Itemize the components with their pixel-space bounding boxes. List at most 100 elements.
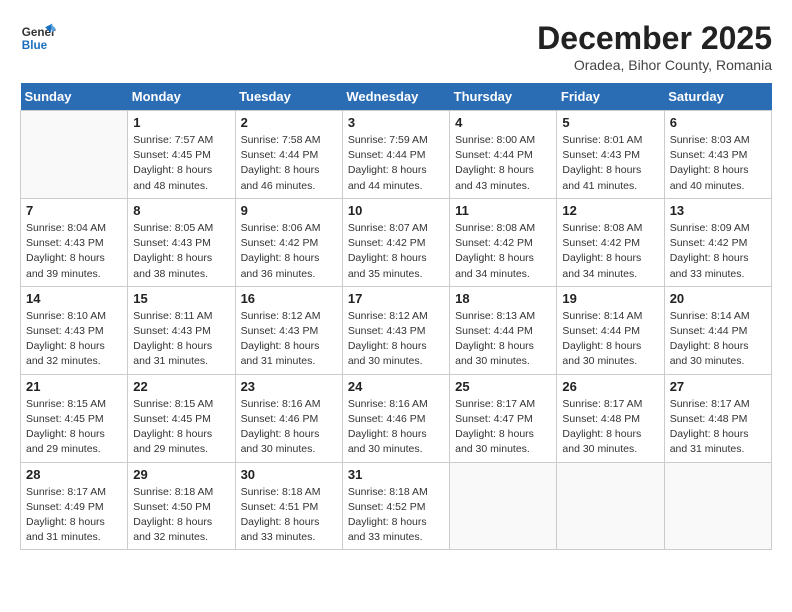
day-header-wednesday: Wednesday	[342, 83, 449, 111]
day-number: 19	[562, 291, 658, 306]
day-header-tuesday: Tuesday	[235, 83, 342, 111]
calendar-cell: 7Sunrise: 8:04 AMSunset: 4:43 PMDaylight…	[21, 198, 128, 286]
calendar-cell: 29 Sunrise: 8:18 AMSunset: 4:50 PMDayligh…	[128, 462, 235, 550]
day-number: 15	[133, 291, 229, 306]
calendar-table: SundayMondayTuesdayWednesdayThursdayFrid…	[20, 83, 772, 550]
calendar-cell	[557, 462, 664, 550]
day-info: Sunrise: 8:14 AMSunset: 4:44 PMDaylight:…	[670, 309, 766, 370]
day-number: 16	[241, 291, 337, 306]
day-header-sunday: Sunday	[21, 83, 128, 111]
calendar-cell	[664, 462, 771, 550]
day-number: 2	[241, 115, 337, 130]
calendar-cell: 10 Sunrise: 8:07 AMSunset: 4:42 PMDayligh…	[342, 198, 449, 286]
day-info: Sunrise: 8:17 AMSunset: 4:48 PMDaylight:…	[562, 397, 658, 458]
calendar-cell: 31 Sunrise: 8:18 AMSunset: 4:52 PMDayligh…	[342, 462, 449, 550]
calendar-cell: 13 Sunrise: 8:09 AMSunset: 4:42 PMDayligh…	[664, 198, 771, 286]
day-number: 9	[241, 203, 337, 218]
calendar-cell: 20 Sunrise: 8:14 AMSunset: 4:44 PMDayligh…	[664, 286, 771, 374]
calendar-cell: 2 Sunrise: 7:58 AMSunset: 4:44 PMDaylight…	[235, 111, 342, 199]
day-info: Sunrise: 7:59 AMSunset: 4:44 PMDaylight:…	[348, 133, 444, 194]
day-info: Sunrise: 8:15 AMSunset: 4:45 PMDaylight:…	[133, 397, 229, 458]
day-info: Sunrise: 8:06 AMSunset: 4:42 PMDaylight:…	[241, 221, 337, 282]
week-row-1: 1Sunrise: 7:57 AMSunset: 4:45 PMDaylight…	[21, 111, 772, 199]
day-number: 20	[670, 291, 766, 306]
day-header-thursday: Thursday	[450, 83, 557, 111]
logo: General Blue	[20, 20, 56, 56]
calendar-cell: 21 Sunrise: 8:15 AMSunset: 4:45 PMDayligh…	[21, 374, 128, 462]
calendar-cell: 9 Sunrise: 8:06 AMSunset: 4:42 PMDaylight…	[235, 198, 342, 286]
day-info: Sunrise: 8:09 AMSunset: 4:42 PMDaylight:…	[670, 221, 766, 282]
logo-icon: General Blue	[20, 20, 56, 56]
page-header: General Blue December 2025 Oradea, Bihor…	[20, 20, 772, 73]
day-info: Sunrise: 8:18 AMSunset: 4:50 PMDaylight:…	[133, 485, 229, 546]
svg-text:Blue: Blue	[22, 39, 48, 52]
title-block: December 2025 Oradea, Bihor County, Roma…	[537, 20, 772, 73]
month-year: December 2025	[537, 20, 772, 57]
day-header-monday: Monday	[128, 83, 235, 111]
calendar-cell: 17 Sunrise: 8:12 AMSunset: 4:43 PMDayligh…	[342, 286, 449, 374]
calendar-cell: 12 Sunrise: 8:08 AMSunset: 4:42 PMDayligh…	[557, 198, 664, 286]
location: Oradea, Bihor County, Romania	[537, 57, 772, 73]
calendar-cell: 6 Sunrise: 8:03 AMSunset: 4:43 PMDaylight…	[664, 111, 771, 199]
week-row-4: 21 Sunrise: 8:15 AMSunset: 4:45 PMDayligh…	[21, 374, 772, 462]
calendar-cell: 4Sunrise: 8:00 AMSunset: 4:44 PMDaylight…	[450, 111, 557, 199]
calendar-header-row: SundayMondayTuesdayWednesdayThursdayFrid…	[21, 83, 772, 111]
day-number: 23	[241, 379, 337, 394]
day-info: Sunrise: 8:08 AMSunset: 4:42 PMDaylight:…	[455, 221, 551, 282]
calendar-cell: 26 Sunrise: 8:17 AMSunset: 4:48 PMDayligh…	[557, 374, 664, 462]
day-info: Sunrise: 8:14 AMSunset: 4:44 PMDaylight:…	[562, 309, 658, 370]
calendar-cell: 27Sunrise: 8:17 AMSunset: 4:48 PMDayligh…	[664, 374, 771, 462]
day-info: Sunrise: 8:12 AMSunset: 4:43 PMDaylight:…	[348, 309, 444, 370]
day-info: Sunrise: 8:12 AMSunset: 4:43 PMDaylight:…	[241, 309, 337, 370]
calendar-cell: 5Sunrise: 8:01 AMSunset: 4:43 PMDaylight…	[557, 111, 664, 199]
calendar-cell	[450, 462, 557, 550]
day-info: Sunrise: 8:07 AMSunset: 4:42 PMDaylight:…	[348, 221, 444, 282]
day-info: Sunrise: 8:15 AMSunset: 4:45 PMDaylight:…	[26, 397, 122, 458]
day-number: 7	[26, 203, 122, 218]
day-number: 11	[455, 203, 551, 218]
day-number: 3	[348, 115, 444, 130]
day-info: Sunrise: 8:10 AMSunset: 4:43 PMDaylight:…	[26, 309, 122, 370]
calendar-cell: 8 Sunrise: 8:05 AMSunset: 4:43 PMDaylight…	[128, 198, 235, 286]
day-number: 14	[26, 291, 122, 306]
day-number: 26	[562, 379, 658, 394]
day-info: Sunrise: 8:17 AMSunset: 4:49 PMDaylight:…	[26, 485, 122, 546]
day-info: Sunrise: 8:05 AMSunset: 4:43 PMDaylight:…	[133, 221, 229, 282]
calendar-cell: 1Sunrise: 7:57 AMSunset: 4:45 PMDaylight…	[128, 111, 235, 199]
day-number: 13	[670, 203, 766, 218]
day-header-saturday: Saturday	[664, 83, 771, 111]
day-number: 29	[133, 467, 229, 482]
day-number: 17	[348, 291, 444, 306]
calendar-cell: 30Sunrise: 8:18 AMSunset: 4:51 PMDayligh…	[235, 462, 342, 550]
day-info: Sunrise: 8:08 AMSunset: 4:42 PMDaylight:…	[562, 221, 658, 282]
calendar-cell: 3 Sunrise: 7:59 AMSunset: 4:44 PMDaylight…	[342, 111, 449, 199]
calendar-cell: 15Sunrise: 8:11 AMSunset: 4:43 PMDayligh…	[128, 286, 235, 374]
calendar-cell: 14 Sunrise: 8:10 AMSunset: 4:43 PMDayligh…	[21, 286, 128, 374]
day-number: 1	[133, 115, 229, 130]
day-info: Sunrise: 8:01 AMSunset: 4:43 PMDaylight:…	[562, 133, 658, 194]
calendar-body: 1Sunrise: 7:57 AMSunset: 4:45 PMDaylight…	[21, 111, 772, 550]
day-info: Sunrise: 8:03 AMSunset: 4:43 PMDaylight:…	[670, 133, 766, 194]
day-number: 25	[455, 379, 551, 394]
day-number: 21	[26, 379, 122, 394]
week-row-3: 14 Sunrise: 8:10 AMSunset: 4:43 PMDayligh…	[21, 286, 772, 374]
calendar-cell: 16 Sunrise: 8:12 AMSunset: 4:43 PMDayligh…	[235, 286, 342, 374]
week-row-5: 28Sunrise: 8:17 AMSunset: 4:49 PMDayligh…	[21, 462, 772, 550]
day-number: 4	[455, 115, 551, 130]
calendar-cell: 22Sunrise: 8:15 AMSunset: 4:45 PMDayligh…	[128, 374, 235, 462]
day-number: 8	[133, 203, 229, 218]
day-info: Sunrise: 8:18 AMSunset: 4:51 PMDaylight:…	[241, 485, 337, 546]
day-number: 31	[348, 467, 444, 482]
day-info: Sunrise: 7:58 AMSunset: 4:44 PMDaylight:…	[241, 133, 337, 194]
day-number: 6	[670, 115, 766, 130]
day-info: Sunrise: 8:17 AMSunset: 4:47 PMDaylight:…	[455, 397, 551, 458]
day-number: 24	[348, 379, 444, 394]
day-header-friday: Friday	[557, 83, 664, 111]
day-info: Sunrise: 8:18 AMSunset: 4:52 PMDaylight:…	[348, 485, 444, 546]
day-number: 12	[562, 203, 658, 218]
week-row-2: 7Sunrise: 8:04 AMSunset: 4:43 PMDaylight…	[21, 198, 772, 286]
calendar-cell: 24Sunrise: 8:16 AMSunset: 4:46 PMDayligh…	[342, 374, 449, 462]
day-number: 10	[348, 203, 444, 218]
calendar-cell: 11 Sunrise: 8:08 AMSunset: 4:42 PMDayligh…	[450, 198, 557, 286]
calendar-cell: 28Sunrise: 8:17 AMSunset: 4:49 PMDayligh…	[21, 462, 128, 550]
